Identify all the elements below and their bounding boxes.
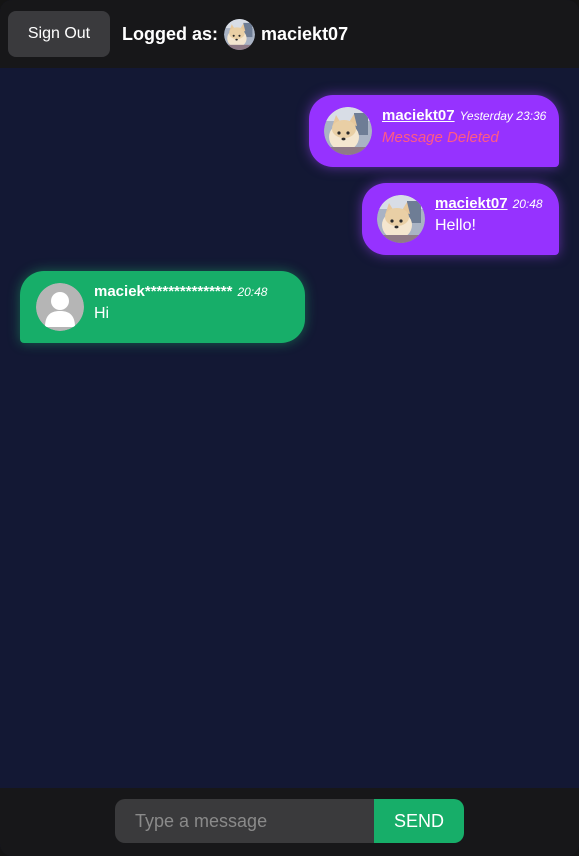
message-bubble: maciekt07 20:48 Hello!	[362, 183, 559, 255]
message-username[interactable]: maciek***************	[94, 283, 232, 300]
message-bubble: maciek*************** 20:48 Hi	[20, 271, 305, 343]
user-photo-shiba-icon[interactable]	[324, 107, 372, 155]
composer-bar: SEND	[0, 788, 579, 856]
user-photo-shiba-icon	[224, 18, 256, 50]
message-content: maciek*************** 20:48 Hi	[94, 283, 267, 323]
message-timestamp: 20:48	[237, 285, 268, 299]
message-meta: maciek*************** 20:48	[94, 283, 267, 300]
message-input[interactable]	[115, 799, 375, 843]
logged-as-label: Logged as:	[122, 23, 219, 44]
message-timestamp: 20:48	[512, 197, 543, 211]
message-text: Hello!	[435, 217, 476, 234]
message-bubble: maciekt07 Yesterday 23:36 Message Delete…	[309, 95, 559, 167]
message-list[interactable]: maciekt07 Yesterday 23:36 Message Delete…	[0, 68, 579, 788]
message-timestamp: Yesterday 23:36	[459, 109, 547, 123]
message-content: maciekt07 Yesterday 23:36 Message Delete…	[382, 107, 546, 146]
sign-out-button[interactable]: Sign Out	[8, 11, 110, 57]
send-button[interactable]: SEND	[374, 799, 464, 843]
logged-username: maciekt07	[261, 23, 349, 44]
message-text: Message Deleted	[382, 129, 499, 146]
message-meta: maciekt07 Yesterday 23:36	[382, 107, 546, 124]
message-content: maciekt07 20:48 Hello!	[435, 195, 543, 235]
default-user-icon[interactable]	[36, 283, 84, 331]
user-photo-shiba-icon[interactable]	[377, 195, 425, 243]
message-username[interactable]: maciekt07	[435, 195, 508, 212]
chat-app: Sign Out Logged as: maciekt07 maciekt07 …	[0, 0, 579, 856]
message-username[interactable]: maciekt07	[382, 107, 455, 124]
top-bar: Sign Out Logged as: maciekt07	[0, 0, 579, 68]
message-meta: maciekt07 20:48	[435, 195, 543, 212]
message-text: Hi	[94, 305, 110, 322]
logged-in-status: Logged as: maciekt07	[122, 18, 349, 50]
